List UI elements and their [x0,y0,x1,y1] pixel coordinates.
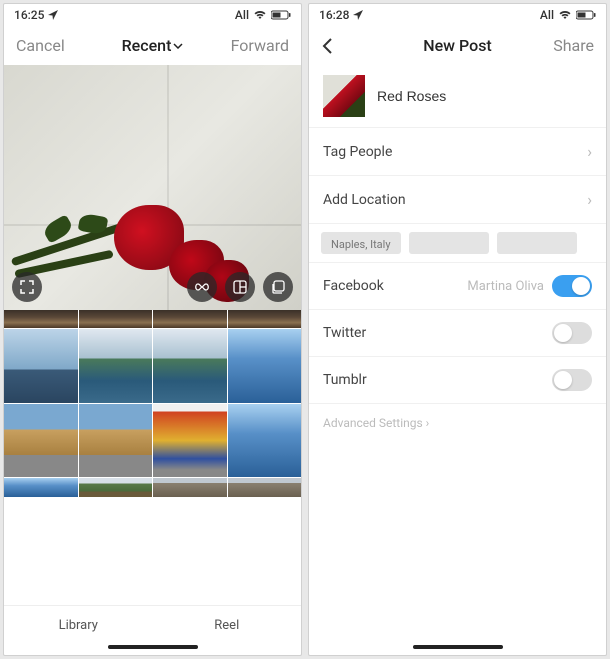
grid-thumb[interactable] [153,478,227,496]
selected-photo-preview[interactable] [4,65,301,310]
toggle-knob [554,324,572,342]
status-bar: 16:25 All [4,4,301,26]
nav-bar: New Post Share [309,26,606,65]
share-tumblr-row: Tumblr [309,357,606,404]
toggle-knob [572,277,590,295]
share-facebook-row: Facebook Martina Oliva [309,263,606,310]
share-twitter-toggle[interactable] [552,322,592,344]
location-chip[interactable] [497,232,577,254]
grid-thumb[interactable] [79,478,153,496]
page-title-text: New Post [423,36,492,55]
grid-thumb[interactable] [79,404,153,478]
tab-reel[interactable]: Reel [153,606,302,641]
tag-people-label: Tag People [323,144,392,160]
album-title: Recent [122,36,172,55]
share-tumblr-toggle[interactable] [552,369,592,391]
album-picker[interactable]: Recent [107,36,198,55]
chevron-down-icon [173,43,183,49]
battery-icon [576,10,596,20]
grid-thumb[interactable] [228,329,302,403]
grid-thumb[interactable] [153,404,227,478]
chevron-right-icon: › [587,142,592,161]
page-title: New Post [412,36,503,55]
back-button[interactable] [321,37,412,55]
grid-thumb[interactable] [4,329,78,403]
share-twitter-label: Twitter [323,325,552,341]
nav-bar: Cancel Recent Forward [4,26,301,65]
post-thumbnail[interactable] [323,75,365,117]
grid-thumb[interactable] [228,478,302,496]
location-suggestions: Naples, Italy [309,224,606,263]
boomerang-button[interactable] [187,272,217,302]
status-time: 16:25 [14,8,44,22]
grid-thumb[interactable] [4,404,78,478]
cancel-button[interactable]: Cancel [16,36,107,55]
grid-thumb[interactable] [153,310,227,328]
share-twitter-row: Twitter [309,310,606,357]
carrier-text: All [235,8,249,22]
grid-thumb[interactable] [4,478,78,496]
grid-thumb[interactable] [4,310,78,328]
phone-library: 16:25 All Cancel Recent Forward [3,3,302,656]
carrier-text: All [540,8,554,22]
phone-new-post: 16:28 All New Post Share Tag People › Ad… [308,3,607,656]
infinity-icon [194,282,210,292]
location-chip[interactable] [409,232,489,254]
share-tumblr-label: Tumblr [323,372,552,388]
grid-thumb[interactable] [153,329,227,403]
caption-input[interactable] [377,88,592,104]
home-indicator[interactable] [108,645,198,649]
expand-icon [20,280,34,294]
add-location-row[interactable]: Add Location › [309,176,606,224]
advanced-settings-row[interactable]: Advanced Settings › [309,404,606,442]
layout-icon [233,280,247,294]
select-multiple-button[interactable] [263,272,293,302]
grid-thumb[interactable] [79,310,153,328]
share-button[interactable]: Share [503,36,594,55]
share-facebook-user: Martina Oliva [467,279,544,294]
share-facebook-toggle[interactable] [552,275,592,297]
tab-library[interactable]: Library [4,606,153,641]
tag-people-row[interactable]: Tag People › [309,128,606,176]
chevron-right-icon: › [426,416,430,430]
chevron-right-icon: › [587,190,592,209]
caption-row [309,65,606,128]
wifi-icon [558,10,572,20]
preview-controls [12,272,293,302]
status-time: 16:28 [319,8,349,22]
layout-collage-button[interactable] [225,272,255,302]
grid-thumb[interactable] [228,404,302,478]
add-location-label: Add Location [323,192,406,208]
grid-thumb[interactable] [228,310,302,328]
wifi-icon [253,10,267,20]
home-indicator[interactable] [413,645,503,649]
chevron-left-icon [321,37,333,55]
status-bar: 16:28 All [309,4,606,26]
photo-grid [4,310,301,497]
location-arrow-icon [48,10,58,20]
multiple-icon [271,280,285,294]
bottom-tabs: Library Reel [4,605,301,641]
grid-thumb[interactable] [79,329,153,403]
share-facebook-label: Facebook [323,278,467,294]
expand-crop-button[interactable] [12,272,42,302]
forward-button[interactable]: Forward [198,36,289,55]
location-chip[interactable]: Naples, Italy [321,232,401,254]
advanced-settings-label: Advanced Settings [323,416,423,430]
battery-icon [271,10,291,20]
location-arrow-icon [353,10,363,20]
toggle-knob [554,371,572,389]
